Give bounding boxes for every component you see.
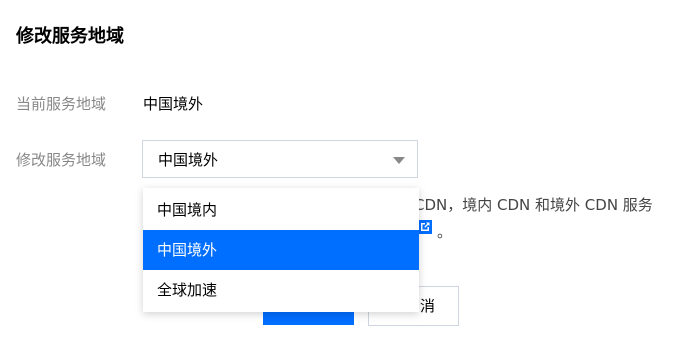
page: 修改服务地域 当前服务地域 中国境外 修改服务地域 中国境外 CDN，境内 CD… <box>0 0 690 344</box>
region-dropdown-menu: 中国境内 中国境外 全球加速 <box>143 188 419 312</box>
external-link-icon[interactable] <box>418 220 432 234</box>
description-line-1: CDN，境内 CDN 和境外 CDN 服务 <box>414 196 653 214</box>
description-period: 。 <box>437 223 453 241</box>
modify-region-label: 修改服务地域 <box>16 151 107 169</box>
current-region-value: 中国境外 <box>143 95 204 113</box>
cancel-button-label: 消 <box>420 297 436 315</box>
region-select-value: 中国境外 <box>158 151 219 169</box>
chevron-down-icon <box>393 157 405 164</box>
region-select[interactable]: 中国境外 <box>142 140 418 178</box>
current-region-label: 当前服务地域 <box>16 95 107 113</box>
dropdown-option-mainland[interactable]: 中国境内 <box>143 190 419 230</box>
dropdown-option-overseas[interactable]: 中国境外 <box>143 230 419 270</box>
dropdown-option-global[interactable]: 全球加速 <box>143 270 419 310</box>
dialog-title: 修改服务地域 <box>16 26 124 47</box>
